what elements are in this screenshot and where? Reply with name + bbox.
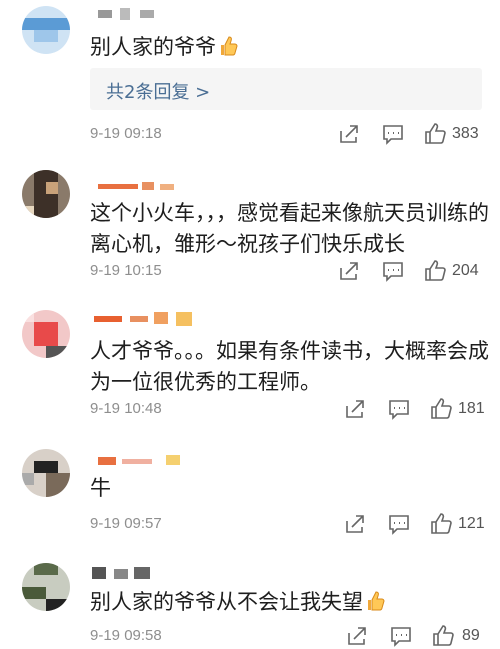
timestamp: 9-19 09:57 (90, 515, 162, 532)
like-count: 89 (462, 627, 480, 644)
comment-meta: 9-19 09:57 121 (90, 513, 485, 537)
comment-text: 这个小火车，，，感觉看起来像航天员训练的 离心机，雏形～祝孩子们快乐成长 (90, 201, 489, 256)
comment-meta: 9-19 10:48 181 (90, 398, 485, 422)
comment-item: 别人家的爷爷 共2条回复 > 9-19 09:18 383 (0, 0, 500, 160)
thumbs-up-emoji-icon (221, 36, 238, 56)
share-icon[interactable] (338, 123, 360, 145)
avatar[interactable] (22, 449, 70, 497)
comment-meta: 9-19 10:15 204 (90, 260, 485, 284)
comment-text: 别人家的爷爷从不会让我失望 (90, 587, 490, 618)
avatar[interactable] (22, 170, 70, 218)
comment-item: 这个小火车，，，感觉看起来像航天员训练的 离心机，雏形～祝孩子们快乐成长 9-1… (0, 160, 500, 300)
comment-meta: 9-19 09:18 383 (90, 123, 485, 147)
share-icon[interactable] (338, 260, 360, 282)
comment-icon[interactable] (382, 123, 404, 145)
username[interactable] (90, 180, 174, 194)
like-icon[interactable] (432, 625, 454, 647)
avatar[interactable] (22, 563, 70, 611)
username[interactable] (90, 8, 170, 22)
share-icon[interactable] (344, 513, 366, 535)
like-icon[interactable] (424, 123, 446, 145)
username[interactable] (90, 455, 180, 469)
comment-meta: 9-19 09:58 89 (90, 625, 485, 649)
comment-text: 人才爷爷。。。如果有条件读书，大概率会成 为一位很优秀的工程师。 (90, 339, 489, 394)
share-icon[interactable] (344, 398, 366, 420)
view-replies-link[interactable]: 共2条回复 > (106, 78, 210, 104)
comment-item: 牛 9-19 09:57 121 (0, 435, 500, 547)
comment-text: 别人家的爷爷 (90, 32, 490, 63)
share-icon[interactable] (346, 625, 368, 647)
username[interactable] (90, 567, 170, 581)
like-icon[interactable] (430, 398, 452, 420)
timestamp: 9-19 10:48 (90, 400, 162, 417)
like-icon[interactable] (430, 513, 452, 535)
comment-icon[interactable] (388, 398, 410, 420)
comment-text: 牛 (90, 476, 111, 500)
timestamp: 9-19 09:18 (90, 125, 162, 142)
thumbs-up-emoji-icon (368, 591, 385, 611)
username[interactable] (90, 312, 192, 326)
comment-icon[interactable] (390, 625, 412, 647)
like-count: 181 (458, 400, 485, 417)
comment-item: 别人家的爷爷从不会让我失望 9-19 09:58 89 (0, 547, 500, 647)
timestamp: 9-19 09:58 (90, 627, 162, 644)
avatar[interactable] (22, 310, 70, 358)
comment-item: 人才爷爷。。。如果有条件读书，大概率会成 为一位很优秀的工程师。 9-19 10… (0, 300, 500, 435)
avatar[interactable] (22, 6, 70, 54)
like-icon[interactable] (424, 260, 446, 282)
timestamp: 9-19 10:15 (90, 262, 162, 279)
like-count: 383 (452, 125, 479, 142)
like-count: 121 (458, 515, 485, 532)
reply-preview-box[interactable]: 共2条回复 > (90, 68, 482, 110)
like-count: 204 (452, 262, 479, 279)
comment-icon[interactable] (382, 260, 404, 282)
comment-icon[interactable] (388, 513, 410, 535)
